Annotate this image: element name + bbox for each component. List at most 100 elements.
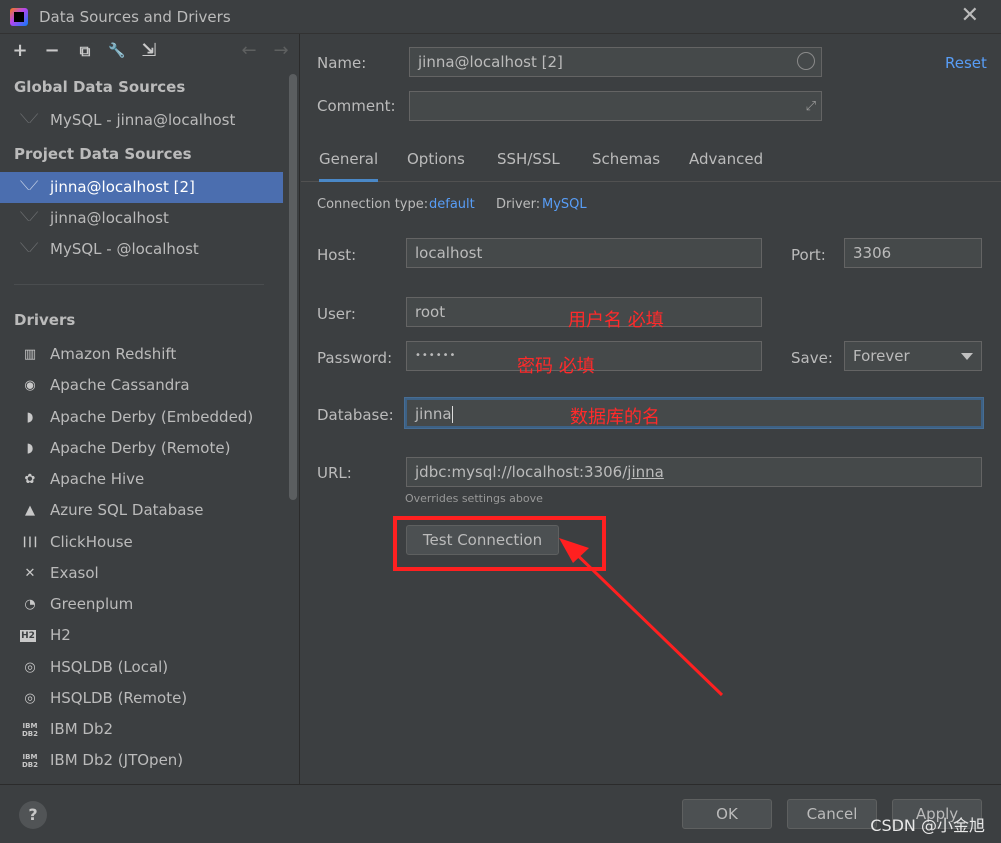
window-title: Data Sources and Drivers	[39, 8, 231, 26]
add-icon[interactable]: +	[9, 40, 31, 62]
password-annotation: 密码 必填	[517, 356, 595, 377]
driver-item[interactable]: IBM DB2 IBM Db2 (JTOpen)	[0, 745, 283, 776]
driver-item[interactable]: ◔ Greenplum	[0, 589, 283, 620]
app-logo-icon	[10, 8, 28, 26]
user-annotation: 用户名 必填	[568, 310, 664, 331]
host-input[interactable]: localhost	[406, 238, 762, 268]
hive-icon: ✿	[24, 472, 36, 487]
exasol-icon: ✕	[24, 566, 36, 581]
driver-item[interactable]: ◎ HSQLDB (Local)	[0, 652, 283, 683]
csdn-watermark: CSDN @小金旭	[870, 816, 985, 835]
project-data-sources-heading: Project Data Sources	[14, 145, 192, 163]
import-icon[interactable]: ⇲	[138, 40, 160, 62]
project-source-item[interactable]: ⟍⟋ jinna@localhost	[0, 203, 283, 234]
tab-options[interactable]: Options	[407, 142, 465, 182]
comment-label: Comment:	[317, 97, 396, 115]
driver-label: Greenplum	[50, 595, 134, 613]
driver-label: H2	[50, 626, 71, 644]
project-source-item-selected[interactable]: ⟍⟋ jinna@localhost [2]	[0, 172, 283, 203]
tab-schemas[interactable]: Schemas	[592, 142, 660, 182]
close-icon[interactable]: ✕	[961, 3, 979, 28]
url-hint: Overrides settings above	[405, 492, 543, 505]
driver-label: Apache Derby (Embedded)	[50, 408, 254, 426]
cancel-button[interactable]: Cancel	[787, 799, 877, 829]
project-source-label: MySQL - @localhost	[50, 240, 199, 258]
amazon-redshift-icon: ▥	[23, 347, 37, 362]
greenplum-icon: ◔	[24, 597, 36, 612]
driver-item[interactable]: H2 H2	[0, 620, 283, 651]
global-data-sources-heading: Global Data Sources	[14, 78, 186, 96]
mysql-icon: ⟍⟋	[20, 179, 39, 194]
comment-field[interactable]: ⤢	[409, 91, 822, 121]
drivers-heading: Drivers	[14, 311, 76, 329]
help-icon[interactable]: ?	[19, 801, 47, 829]
clickhouse-icon: ┃┃┃	[21, 538, 39, 548]
driver-link[interactable]: MySQL	[542, 197, 587, 212]
expand-icon[interactable]: ⤢	[806, 93, 816, 121]
driver-item[interactable]: ◗ Apache Derby (Remote)	[0, 433, 283, 464]
url-input[interactable]: jdbc:mysql://localhost:3306/jinna	[406, 457, 982, 487]
driver-item[interactable]: ◗ Apache Derby (Embedded)	[0, 402, 283, 433]
driver-item[interactable]: ◎ HSQLDB (Remote)	[0, 683, 283, 714]
driver-label: Apache Cassandra	[50, 376, 190, 394]
driver-item[interactable]: ▲ Azure SQL Database	[0, 495, 283, 526]
driver-label: Apache Derby (Remote)	[50, 439, 231, 457]
tab-bar: General Options SSH/SSL Schemas Advanced	[301, 142, 1001, 182]
driver-item[interactable]: ▥ Amazon Redshift	[0, 339, 283, 370]
database-annotation: 数据库的名	[570, 407, 660, 428]
cassandra-icon: ◉	[24, 378, 36, 393]
remove-icon[interactable]: −	[41, 40, 63, 62]
back-arrow-icon[interactable]: ←	[238, 40, 260, 62]
driver-label: Driver:	[496, 197, 541, 212]
save-value: Forever	[853, 347, 910, 365]
database-value: jinna	[415, 405, 452, 423]
driver-item[interactable]: IBM DB2 IBM Db2	[0, 714, 283, 745]
ok-button[interactable]: OK	[682, 799, 772, 829]
copy-icon[interactable]: ⧉	[74, 40, 96, 62]
connection-type-link[interactable]: default	[429, 197, 475, 212]
sidebar: + − ⧉ 🔧 ⇲ ← → Global Data Sources ⟍⟋ MyS…	[0, 34, 300, 784]
project-source-label: jinna@localhost	[50, 209, 169, 227]
driver-item[interactable]: ◉ Apache Cassandra	[0, 370, 283, 401]
project-source-item[interactable]: ⟍⟋ MySQL - @localhost	[0, 234, 283, 265]
driver-label: IBM Db2 (JTOpen)	[50, 751, 184, 769]
driver-item[interactable]: ✕ Exasol	[0, 558, 283, 589]
driver-label: Amazon Redshift	[50, 345, 177, 363]
derby-icon: ◗	[26, 441, 34, 456]
driver-label: Apache Hive	[50, 470, 145, 488]
global-source-item[interactable]: ⟍⟋ MySQL - jinna@localhost	[0, 105, 283, 136]
save-dropdown[interactable]: Forever	[844, 341, 982, 371]
port-input[interactable]: 3306	[844, 238, 982, 268]
driver-label: IBM Db2	[50, 720, 114, 738]
text-cursor	[451, 406, 453, 423]
tab-ssh-ssl[interactable]: SSH/SSL	[497, 142, 560, 182]
database-input[interactable]: jinna	[405, 398, 983, 428]
url-label: URL:	[317, 464, 352, 482]
ibm-db2-icon: IBM DB2	[21, 722, 39, 738]
user-label: User:	[317, 305, 356, 323]
mysql-icon: ⟍⟋	[20, 210, 39, 225]
name-value: jinna@localhost [2]	[418, 53, 563, 71]
url-prefix: jdbc:mysql://localhost:3306/	[415, 463, 628, 481]
derby-icon: ◗	[26, 410, 34, 425]
driver-label: Azure SQL Database	[50, 501, 204, 519]
port-label: Port:	[791, 246, 826, 264]
color-circle-icon[interactable]	[797, 52, 815, 70]
tab-general[interactable]: General	[319, 142, 379, 182]
sidebar-toolbar: + − ⧉ 🔧 ⇲ ← →	[0, 34, 300, 68]
tab-advanced[interactable]: Advanced	[689, 142, 763, 182]
driver-label: ClickHouse	[50, 533, 133, 551]
wrench-icon[interactable]: 🔧	[106, 40, 128, 62]
driver-label: HSQLDB (Remote)	[50, 689, 188, 707]
forward-arrow-icon[interactable]: →	[270, 40, 292, 62]
driver-item[interactable]: ┃┃┃ ClickHouse	[0, 527, 283, 558]
name-field[interactable]: jinna@localhost [2]	[409, 47, 822, 77]
footer-bar: ? OK Cancel Apply CSDN @小金旭	[0, 784, 1001, 843]
sidebar-scrollbar[interactable]	[289, 74, 297, 500]
driver-label: Exasol	[50, 564, 99, 582]
url-database: jinna	[627, 463, 664, 481]
driver-item[interactable]: ✿ Apache Hive	[0, 464, 283, 495]
hsqldb-icon: ◎	[24, 691, 36, 706]
global-source-label: MySQL - jinna@localhost	[50, 111, 236, 129]
reset-link[interactable]: Reset	[945, 54, 987, 72]
